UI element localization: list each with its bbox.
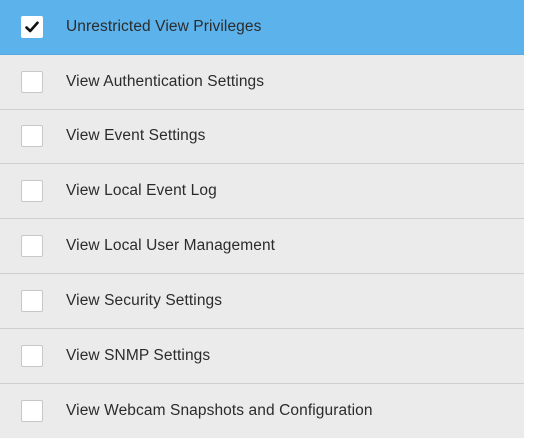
privilege-list: Unrestricted View Privileges View Authen… (0, 0, 524, 439)
privilege-row-view-local-user-management[interactable]: View Local User Management (0, 219, 524, 274)
checkbox[interactable] (21, 125, 43, 148)
checkmark-icon (25, 21, 39, 33)
privilege-row-view-webcam-snapshots-and-configuration[interactable]: View Webcam Snapshots and Configuration (0, 383, 524, 439)
checkbox[interactable] (21, 235, 43, 258)
privilege-label: View Authentication Settings (66, 72, 265, 90)
privilege-row-view-snmp-settings[interactable]: View SNMP Settings (0, 328, 524, 384)
checkbox[interactable] (21, 289, 43, 312)
checkbox[interactable] (21, 399, 43, 422)
checkbox[interactable] (21, 180, 43, 203)
checkbox[interactable] (21, 15, 43, 38)
privilege-row-unrestricted-view-privileges[interactable]: Unrestricted View Privileges (0, 0, 524, 55)
privilege-label: View Webcam Snapshots and Configuration (66, 401, 373, 419)
privilege-row-view-security-settings[interactable]: View Security Settings (0, 273, 524, 329)
privileges-panel: Unrestricted View Privileges View Authen… (0, 0, 536, 439)
privilege-label: View Local User Management (66, 237, 276, 255)
privilege-label: View SNMP Settings (66, 346, 211, 364)
checkbox[interactable] (21, 344, 43, 367)
privilege-label: Unrestricted View Privileges (66, 17, 262, 35)
privilege-label: View Event Settings (66, 127, 206, 145)
privilege-label: View Security Settings (66, 291, 223, 309)
privilege-row-view-local-event-log[interactable]: View Local Event Log (0, 164, 524, 220)
privilege-label: View Local Event Log (66, 182, 217, 200)
privilege-row-view-authentication-settings[interactable]: View Authentication Settings (0, 54, 524, 110)
privilege-row-view-event-settings[interactable]: View Event Settings (0, 109, 524, 165)
checkbox[interactable] (21, 70, 43, 93)
